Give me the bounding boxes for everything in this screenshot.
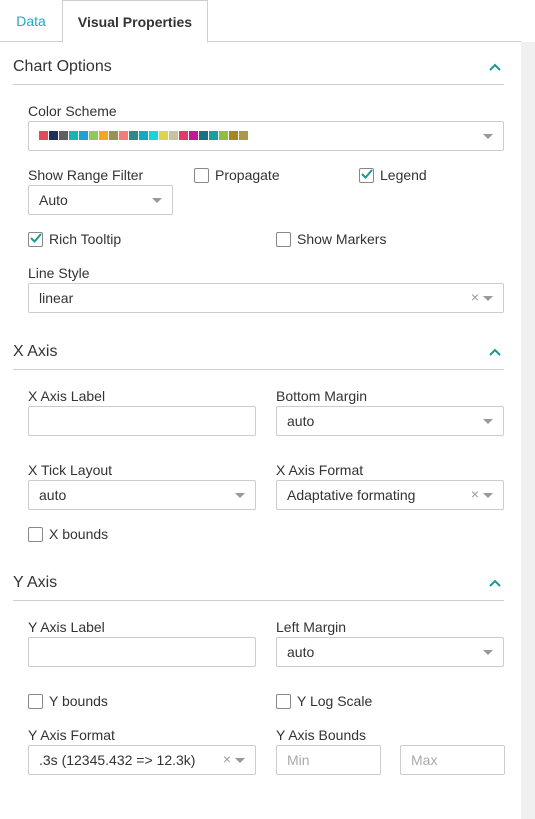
color-swatch xyxy=(69,131,78,140)
y-log-scale-label: Y Log Scale xyxy=(297,693,373,709)
color-scheme-select[interactable] xyxy=(28,121,504,151)
chevron-down-icon xyxy=(235,758,245,763)
rich-tooltip-label: Rich Tooltip xyxy=(49,231,122,247)
color-swatch xyxy=(209,131,218,140)
scrollbar[interactable] xyxy=(521,42,535,819)
x-tick-layout-select[interactable]: auto xyxy=(28,480,256,510)
y-axis-format-select[interactable]: .3s (12345.432 => 12.3k) × xyxy=(28,745,256,775)
x-axis-format-select[interactable]: Adaptative formating × xyxy=(276,480,504,510)
section-title: X Axis xyxy=(13,343,58,360)
x-tick-layout-label: X Tick Layout xyxy=(28,462,113,478)
chevron-up-icon[interactable] xyxy=(488,347,502,357)
check-icon xyxy=(30,233,42,243)
selected-value: Adaptative formating xyxy=(287,487,416,503)
legend-checkbox[interactable] xyxy=(359,168,374,183)
legend-label: Legend xyxy=(380,167,427,183)
chevron-up-icon[interactable] xyxy=(488,578,502,588)
y-axis-label-label: Y Axis Label xyxy=(28,619,105,635)
color-swatch xyxy=(229,131,238,140)
line-style-label: Line Style xyxy=(28,265,90,281)
selected-value: auto xyxy=(39,487,67,503)
color-swatch xyxy=(39,131,48,140)
color-scheme-label: Color Scheme xyxy=(28,103,117,119)
color-swatch xyxy=(219,131,228,140)
show-markers-checkbox[interactable] xyxy=(276,232,291,247)
y-axis-bounds-label: Y Axis Bounds xyxy=(276,727,367,743)
color-swatch xyxy=(199,131,208,140)
chevron-down-icon xyxy=(483,650,493,655)
selected-value: .3s (12345.432 => 12.3k) xyxy=(39,752,196,768)
selected-value: auto xyxy=(287,644,315,660)
y-bounds-label: Y bounds xyxy=(49,693,108,709)
color-swatch xyxy=(119,131,128,140)
y-axis-label-input[interactable] xyxy=(28,637,256,667)
color-swatch xyxy=(79,131,88,140)
check-icon xyxy=(361,169,373,179)
bottom-margin-select[interactable]: auto xyxy=(276,406,504,436)
color-swatch xyxy=(239,131,248,140)
y-axis-bounds-max-input[interactable]: Max xyxy=(400,745,505,775)
show-markers-label: Show Markers xyxy=(297,231,387,247)
x-axis-label-input[interactable] xyxy=(28,406,256,436)
chevron-down-icon xyxy=(483,296,493,301)
color-swatch xyxy=(129,131,138,140)
color-swatch xyxy=(99,131,108,140)
section-title: Y Axis xyxy=(13,574,58,591)
section-header-chart-options[interactable]: Chart Options xyxy=(13,52,504,85)
bottom-margin-label: Bottom Margin xyxy=(276,388,368,404)
color-swatch xyxy=(149,131,158,140)
tab-visual-properties[interactable]: Visual Properties xyxy=(62,0,208,43)
left-margin-select[interactable]: auto xyxy=(276,637,504,667)
chevron-up-icon[interactable] xyxy=(488,62,502,72)
chevron-down-icon xyxy=(235,493,245,498)
clear-icon[interactable]: × xyxy=(471,289,479,305)
show-range-filter-label: Show Range Filter xyxy=(28,167,144,183)
x-bounds-label: X bounds xyxy=(49,526,109,542)
chevron-down-icon xyxy=(483,134,493,139)
x-axis-format-label: X Axis Format xyxy=(276,462,364,478)
color-swatch xyxy=(109,131,118,140)
y-axis-format-label: Y Axis Format xyxy=(28,727,115,743)
color-swatch xyxy=(89,131,98,140)
color-swatch xyxy=(49,131,58,140)
section-title: Chart Options xyxy=(13,58,112,75)
propagate-label: Propagate xyxy=(215,167,280,183)
selected-value: auto xyxy=(287,413,315,429)
section-header-x-axis[interactable]: X Axis xyxy=(13,337,504,370)
rich-tooltip-checkbox[interactable] xyxy=(28,232,43,247)
selected-value: linear xyxy=(39,290,74,306)
color-swatch xyxy=(59,131,68,140)
color-swatches xyxy=(39,131,249,140)
tab-bar: Data Visual Properties xyxy=(0,0,521,43)
color-swatch xyxy=(179,131,188,140)
y-log-scale-checkbox[interactable] xyxy=(276,694,291,709)
min-placeholder: Min xyxy=(287,752,310,768)
show-range-filter-select[interactable]: Auto xyxy=(28,185,173,215)
chevron-down-icon xyxy=(152,198,162,203)
line-style-select[interactable]: linear × xyxy=(28,283,504,313)
y-bounds-checkbox[interactable] xyxy=(28,694,43,709)
tab-data[interactable]: Data xyxy=(0,0,62,42)
clear-icon[interactable]: × xyxy=(223,751,231,767)
color-swatch xyxy=(169,131,178,140)
propagate-checkbox[interactable] xyxy=(194,168,209,183)
color-swatch xyxy=(159,131,168,140)
y-axis-bounds-min-input[interactable]: Min xyxy=(276,745,381,775)
max-placeholder: Max xyxy=(411,752,438,768)
x-bounds-checkbox[interactable] xyxy=(28,527,43,542)
section-header-y-axis[interactable]: Y Axis xyxy=(13,568,504,601)
color-swatch xyxy=(189,131,198,140)
selected-value: Auto xyxy=(39,192,68,208)
clear-icon[interactable]: × xyxy=(471,486,479,502)
chevron-down-icon xyxy=(483,419,493,424)
left-margin-label: Left Margin xyxy=(276,619,347,635)
color-swatch xyxy=(139,131,148,140)
x-axis-label-label: X Axis Label xyxy=(28,388,106,404)
chevron-down-icon xyxy=(483,493,493,498)
